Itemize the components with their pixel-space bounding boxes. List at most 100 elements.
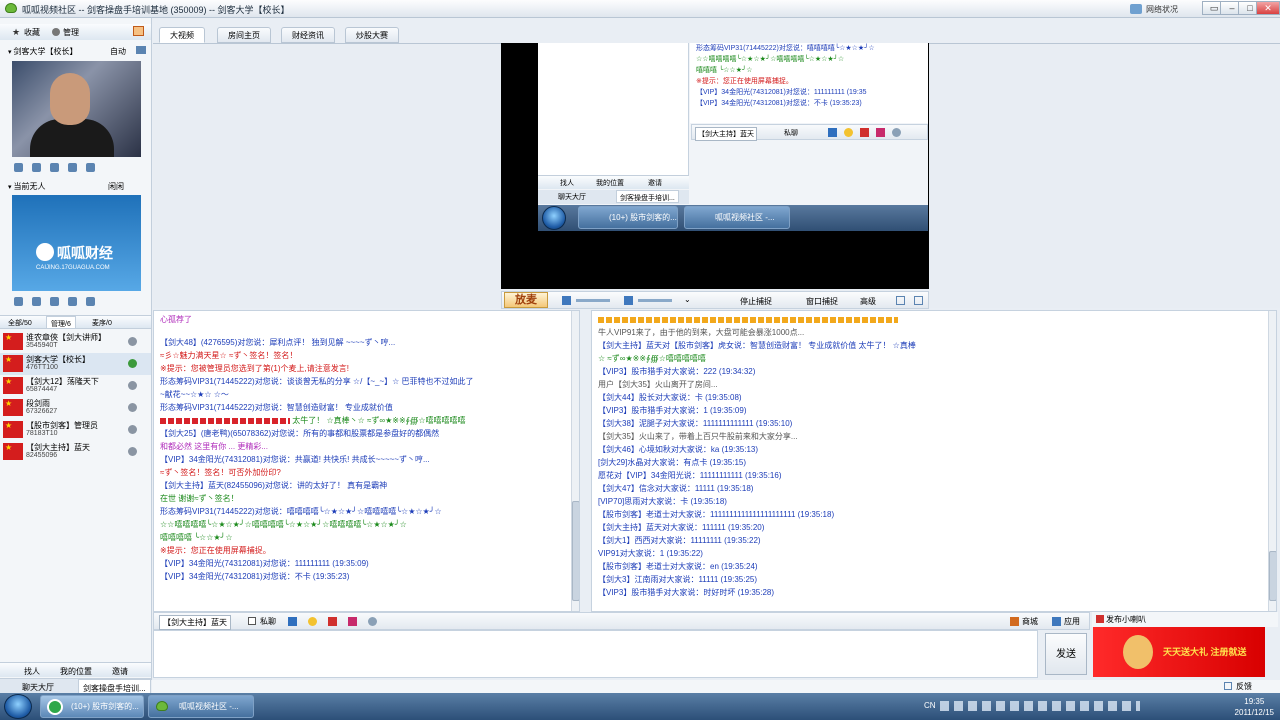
captured-position-tab[interactable]: 我的位置 <box>596 178 624 188</box>
window-title: 呱呱视频社区 -- 剑客操盘手培训基地 (350009) -- 剑客大学【校长】 <box>22 5 290 15</box>
host-figure-face <box>50 73 90 125</box>
tray-icons[interactable] <box>940 701 1140 711</box>
clock[interactable]: 19:35 2011/12/15 <box>1235 696 1274 718</box>
speaker-icon[interactable] <box>624 296 633 305</box>
camera-icon <box>128 337 137 346</box>
font-icon[interactable] <box>288 617 297 626</box>
left-toolbar: ★ 收藏 管理 <box>0 24 151 40</box>
chat-line: 和都必然 这里有你 ... 更精彩... <box>160 442 269 451</box>
network-status[interactable]: 网络状况 <box>1146 4 1178 15</box>
logo-video[interactable]: 呱呱财经 CAIJING.17GUAGUA.COM <box>12 195 141 291</box>
captured-chat-line: 嘻嘻嘻 ╰☆☆★╯☆ <box>696 67 753 74</box>
language-indicator[interactable]: CN <box>924 701 936 710</box>
guagua-logo-icon <box>36 243 54 261</box>
gear-icon[interactable] <box>52 28 60 36</box>
public-chat-lines: 心孤荐了 【剑大48】(4276595)对您说：犀利点评！ 独到见解 ~~~~ず… <box>154 311 579 583</box>
volume-icon[interactable] <box>14 163 23 172</box>
font-icon[interactable] <box>828 128 837 137</box>
gift-icon[interactable] <box>860 128 869 137</box>
message-input[interactable] <box>153 630 1038 678</box>
captured-invite-tab[interactable]: 邀请 <box>648 178 662 188</box>
apps-button[interactable]: 应用 <box>1064 616 1080 627</box>
star-icon[interactable]: ★ <box>12 27 20 38</box>
mall-button[interactable]: 商城 <box>1022 616 1038 627</box>
tab-big-video[interactable]: 大视频 <box>159 27 205 43</box>
feedback-icon[interactable] <box>1224 682 1232 690</box>
emoji-icon[interactable] <box>308 617 317 626</box>
scroll-thumb[interactable] <box>572 501 579 601</box>
list-item[interactable]: 剑客大学【校长】476TT100 <box>0 353 151 375</box>
horn-label[interactable]: 发布小喇叭 <box>1106 614 1146 625</box>
tab-managers[interactable]: 管理/6 <box>46 316 76 329</box>
tab-training-room[interactable]: 剑客操盘手培训... <box>78 679 151 694</box>
tab-stock-contest[interactable]: 炒股大赛 <box>345 27 399 43</box>
settings-icon[interactable] <box>892 128 901 137</box>
host-video[interactable] <box>12 61 141 157</box>
settings-icon[interactable] <box>86 163 95 172</box>
gift-icon[interactable] <box>328 617 337 626</box>
chat-line: ☆ ≈ず∞★※※∮∰☆嘻嘻嘻嘻嘻 <box>598 354 706 363</box>
list-item[interactable]: 【剑大主持】蓝天82455096 <box>0 441 151 463</box>
list-item[interactable]: 段剑雨67326627 <box>0 397 151 419</box>
zoom-icon[interactable] <box>50 163 59 172</box>
private-chat-scrollbar[interactable] <box>1268 311 1276 611</box>
find-user-tab[interactable]: 找人 <box>24 666 40 677</box>
list-item[interactable]: 【股市剑客】管理员78183T10 <box>0 419 151 441</box>
popout-icon[interactable] <box>914 296 923 305</box>
tab-room-home[interactable]: 房间主页 <box>217 27 271 43</box>
stop-capture-button[interactable]: 停止捕捉 <box>740 296 772 307</box>
chat-line: 【剑大46】心境如秋对大家说：ka (19:35:13) <box>598 445 759 454</box>
tab-chat-hall[interactable]: 聊天大厅 <box>22 682 54 693</box>
apps-icon[interactable] <box>1052 617 1061 626</box>
scroll-thumb[interactable] <box>1269 551 1276 601</box>
captured-tab-chat-hall[interactable]: 聊天大厅 <box>558 192 586 202</box>
captured-target-select[interactable]: 【剑大主持】蓝天 <box>695 127 757 141</box>
emoji-icon[interactable] <box>844 128 853 137</box>
manage-button[interactable]: 管理 <box>63 27 79 38</box>
ie-icon <box>47 699 63 715</box>
captured-find-tab[interactable]: 找人 <box>560 178 574 188</box>
screen-icon[interactable] <box>136 46 146 54</box>
expand-icon[interactable]: ⌄ <box>684 295 691 304</box>
zoom-icon[interactable] <box>50 297 59 306</box>
volume-icon[interactable] <box>14 297 23 306</box>
list-item[interactable]: 【剑大12】荡隆天下65874447 <box>0 375 151 397</box>
host-mode[interactable]: 自动 <box>110 46 126 57</box>
public-chat-scrollbar[interactable] <box>571 311 579 611</box>
start-button[interactable] <box>4 694 32 719</box>
close-button[interactable]: ✕ <box>1256 1 1280 15</box>
my-position-tab[interactable]: 我的位置 <box>60 666 92 677</box>
mall-icon[interactable] <box>1010 617 1019 626</box>
invite-tab[interactable]: 邀请 <box>112 666 128 677</box>
collect-button[interactable]: 收藏 <box>24 27 40 38</box>
chat-line: 【剑大3】江南雨对大家说：11111 (19:35:25) <box>598 575 758 584</box>
settings-icon[interactable] <box>86 297 95 306</box>
record-icon[interactable] <box>68 163 77 172</box>
chat-target-select[interactable]: 【剑大主持】蓝天 <box>159 615 231 630</box>
flower-icon[interactable] <box>348 617 357 626</box>
mic-icon[interactable] <box>32 297 41 306</box>
tab-mic-queue[interactable]: 麦序/0 <box>92 318 112 328</box>
fullscreen-icon[interactable] <box>896 296 905 305</box>
list-item[interactable]: 谁农章俠【剑大讲师】3545940T <box>0 331 151 353</box>
promo-banner[interactable]: 天天送大礼 注册就送 <box>1093 627 1265 677</box>
tab-all-users[interactable]: 全部/50 <box>8 318 32 328</box>
private-checkbox[interactable] <box>248 617 256 625</box>
mic-icon[interactable] <box>562 296 571 305</box>
captured-tab-training[interactable]: 剑客操盘手培训... <box>616 190 679 203</box>
window-capture-button[interactable]: 窗口捕捉 <box>806 296 838 307</box>
mic-volume-slider[interactable] <box>576 299 610 302</box>
home-icon[interactable] <box>133 26 144 36</box>
tab-finance-news[interactable]: 财经资讯 <box>281 27 335 43</box>
speaker-volume-slider[interactable] <box>638 299 672 302</box>
send-button[interactable]: 发送 <box>1045 633 1087 675</box>
quality-button[interactable]: 高级 <box>860 296 876 307</box>
captured-chat-line: 【VIP】34金阳光(74312081)对您说：不卡 (19:35:23) <box>696 100 862 107</box>
settings-icon[interactable] <box>368 617 377 626</box>
captured-private-checkbox[interactable]: 私聊 <box>784 128 798 138</box>
feedback-button[interactable]: 反馈 <box>1236 681 1252 692</box>
release-mic-button[interactable]: 放麦 <box>504 292 548 308</box>
mic-icon[interactable] <box>32 163 41 172</box>
flower-icon[interactable] <box>876 128 885 137</box>
record-icon[interactable] <box>68 297 77 306</box>
